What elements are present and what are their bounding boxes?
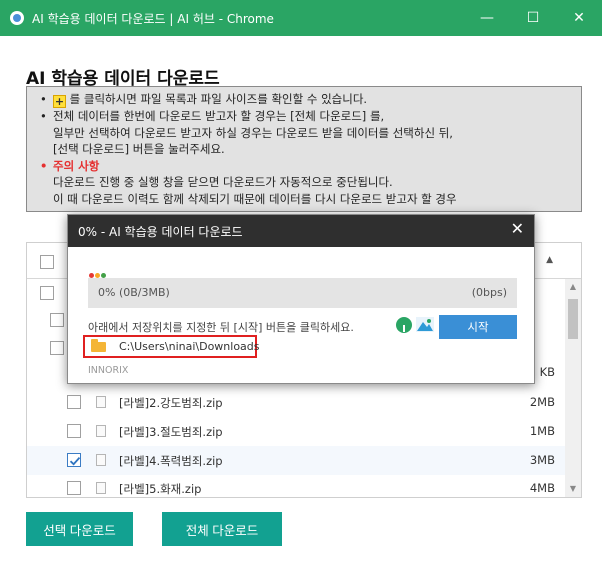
close-window-button[interactable]: ✕ xyxy=(556,0,602,36)
warning-text: 이 때 다운로드 이력도 함께 삭제되기 때문에 데이터를 다시 다운로드 받고… xyxy=(53,191,457,206)
info-icon[interactable] xyxy=(396,317,412,333)
notice-text: 를 클릭하시면 파일 목록과 파일 사이즈를 확인할 수 있습니다. xyxy=(69,92,368,106)
notice-box: + 를 클릭하시면 파일 목록과 파일 사이즈를 확인할 수 있습니다. 전체 … xyxy=(26,86,582,212)
file-size: 3MB xyxy=(529,453,555,467)
file-name: [라벨]5.화재.zip xyxy=(119,482,202,496)
file-size: 2MB xyxy=(529,395,555,409)
warning-text: 다운로드 진행 중 실행 창을 닫으면 다운로드가 자동적으로 중단됩니다. xyxy=(53,175,393,189)
file-size: KB xyxy=(539,365,555,379)
folder-checkbox[interactable] xyxy=(50,341,64,355)
vendor-label: INNORIX xyxy=(88,365,129,376)
notice-item: 전체 데이터를 한번에 다운로드 받고자 할 경우는 [전체 다운로드] 를, xyxy=(37,108,573,125)
list-scrollbar[interactable]: ▲ ▼ xyxy=(565,279,581,497)
dialog-header: 0% - AI 학습용 데이터 다운로드 ✕ xyxy=(68,215,534,247)
dialog-close-button[interactable]: ✕ xyxy=(511,219,524,238)
checkmark-icon xyxy=(69,457,81,466)
minimize-button[interactable]: — xyxy=(464,0,510,36)
dialog-title: 0% - AI 학습용 데이터 다운로드 xyxy=(78,225,243,239)
warning-title: 주의 사항 xyxy=(37,158,573,175)
file-checkbox[interactable] xyxy=(67,424,81,438)
save-path-text: C:\Users\ninai\Downloads xyxy=(119,340,260,353)
notice-text: 전체 데이터를 한번에 다운로드 받고자 할 경우는 [전체 다운로드] 를, xyxy=(53,109,385,123)
file-checkbox[interactable] xyxy=(67,395,81,409)
scroll-down-icon[interactable]: ▼ xyxy=(565,481,581,497)
file-icon xyxy=(96,396,106,408)
file-name: [라벨]4.폭력범죄.zip xyxy=(119,454,223,468)
file-size: 1MB xyxy=(529,424,555,438)
folder-checkbox[interactable] xyxy=(40,286,54,300)
table-row[interactable]: [라벨]3.절도범죄.zip 1MB xyxy=(27,417,567,446)
download-progress-bar: 0% (0B/3MB) (0bps) xyxy=(88,278,517,308)
folder-icon xyxy=(91,339,106,352)
file-name: [라벨]3.절도범죄.zip xyxy=(119,425,223,439)
file-checkbox[interactable] xyxy=(67,481,81,495)
start-button[interactable]: 시작 xyxy=(439,315,517,339)
chrome-app-icon xyxy=(10,11,24,25)
select-all-checkbox[interactable] xyxy=(40,255,54,269)
image-icon[interactable] xyxy=(416,317,434,332)
window-title: AI 학습용 데이터 다운로드 | AI 허브 - Chrome xyxy=(32,11,274,26)
progress-text: 0% (0B/3MB) xyxy=(98,286,170,299)
save-location-hint: 아래에서 저장위치를 지정한 뒤 [시작] 버튼을 클릭하세요. xyxy=(88,321,354,334)
notice-item: + 를 클릭하시면 파일 목록과 파일 사이즈를 확인할 수 있습니다. xyxy=(37,91,573,108)
progress-rate: (0bps) xyxy=(471,286,507,299)
file-name: [라벨]2.강도범죄.zip xyxy=(119,396,223,410)
sort-arrow-icon[interactable]: ▲ xyxy=(546,255,553,265)
table-row[interactable]: [라벨]5.화재.zip 4MB xyxy=(27,474,567,497)
all-download-button[interactable]: 전체 다운로드 xyxy=(162,512,282,546)
folder-checkbox[interactable] xyxy=(50,313,64,327)
maximize-button[interactable]: ☐ xyxy=(510,0,556,36)
table-row[interactable]: [라벨]2.강도범죄.zip 2MB xyxy=(27,388,567,417)
file-icon xyxy=(96,482,106,494)
save-path-field[interactable]: C:\Users\ninai\Downloads xyxy=(83,335,260,358)
notice-text: [선택 다운로드] 버튼을 눌러주세요. xyxy=(53,142,225,156)
file-icon xyxy=(96,425,106,437)
download-dialog: 0% - AI 학습용 데이터 다운로드 ✕ 0% (0B/3MB) (0bps… xyxy=(67,214,535,384)
window-titlebar: AI 학습용 데이터 다운로드 | AI 허브 - Chrome — ☐ ✕ xyxy=(0,0,602,36)
file-icon xyxy=(96,454,106,466)
table-row[interactable]: [라벨]4.폭력범죄.zip 3MB xyxy=(27,446,567,475)
scroll-up-icon[interactable]: ▲ xyxy=(565,279,581,295)
select-download-button[interactable]: 선택 다운로드 xyxy=(26,512,133,546)
scroll-thumb[interactable] xyxy=(568,299,578,339)
plus-icon: + xyxy=(53,95,66,108)
notice-text: 일부만 선택하여 다운로드 받고자 하실 경우는 다운로드 받을 데이터를 선택… xyxy=(53,125,453,140)
file-size: 4MB xyxy=(529,481,555,495)
file-checkbox-checked[interactable] xyxy=(67,453,81,467)
